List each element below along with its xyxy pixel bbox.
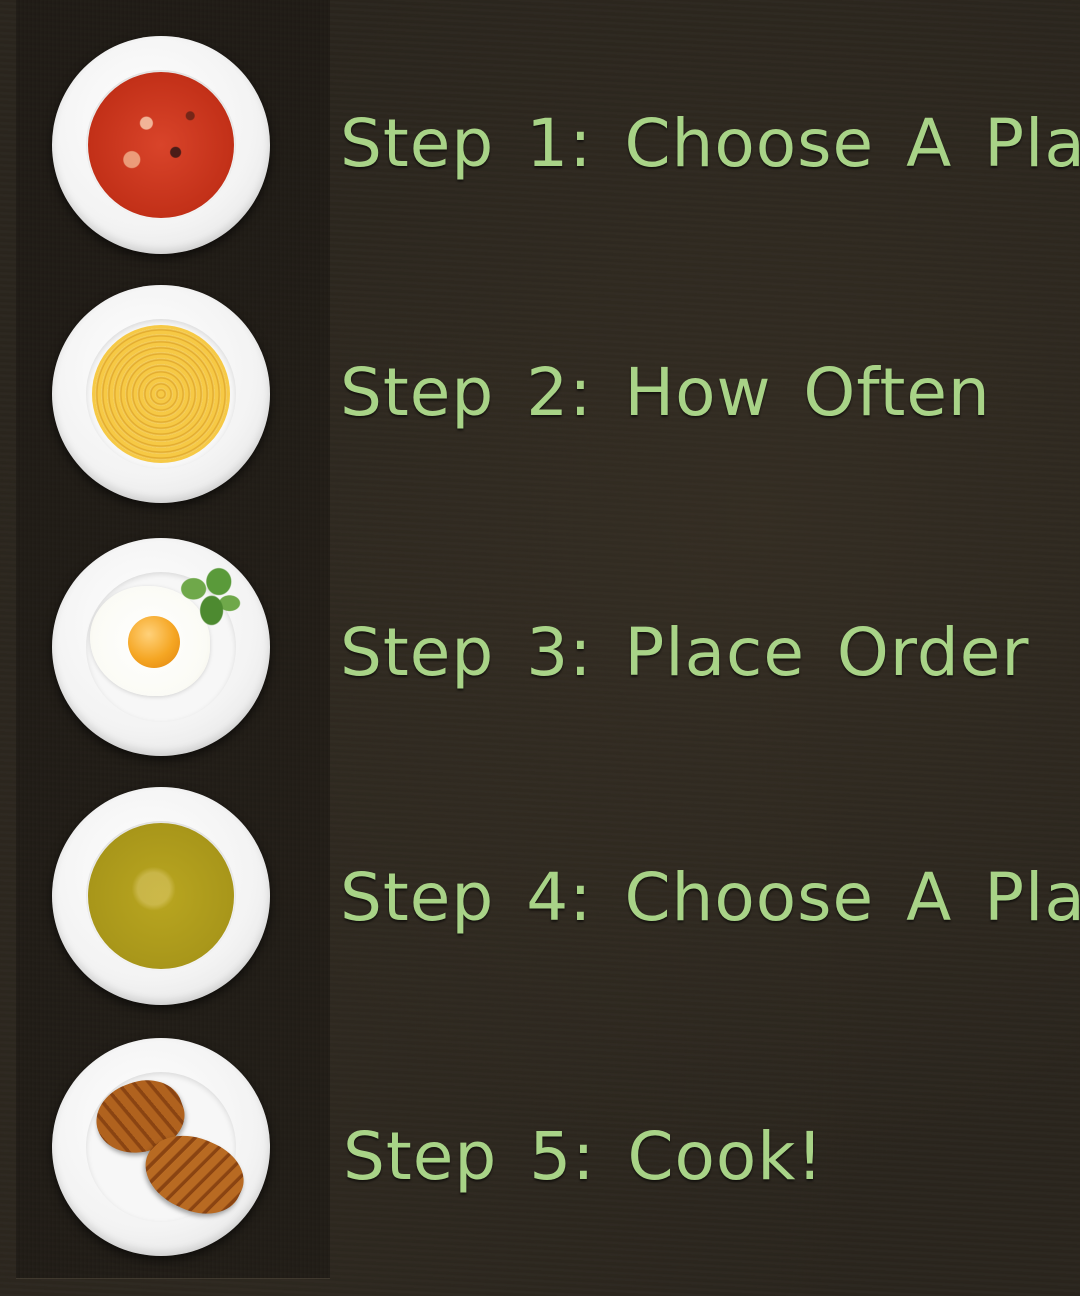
- plate-well: [86, 70, 236, 220]
- step-2: Step 2: How Often: [0, 285, 1080, 505]
- step-4-label: Step 4: Choose A Plan: [340, 859, 1080, 936]
- fried-egg-plate: [52, 538, 270, 756]
- step-5: Step 5: Cook!: [0, 1038, 1080, 1258]
- plate-well: [86, 319, 236, 469]
- pea-soup-icon: [88, 823, 234, 969]
- pea-soup-plate: [52, 787, 270, 1005]
- step-2-label: Step 2: How Often: [340, 354, 991, 431]
- tomato-soup-plate: [52, 36, 270, 254]
- plate-well: [86, 821, 236, 971]
- step-5-label: Step 5: Cook!: [343, 1118, 824, 1195]
- mint-leaves-icon: [172, 560, 244, 632]
- step-1-label: Step 1: Choose A Plan: [340, 105, 1080, 182]
- step-3-label: Step 3: Place Order: [340, 614, 1030, 691]
- tomato-soup-icon: [88, 72, 234, 218]
- step-4: Step 4: Choose A Plan: [0, 787, 1080, 1007]
- croissant-plate: [52, 1038, 270, 1256]
- step-3: Step 3: Place Order: [0, 538, 1080, 758]
- spaghetti-icon: [92, 325, 230, 463]
- spaghetti-plate: [52, 285, 270, 503]
- step-1: Step 1: Choose A Plan: [0, 36, 1080, 256]
